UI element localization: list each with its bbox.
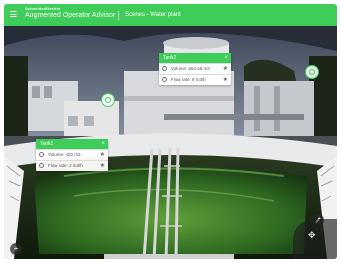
tank2-card-title: Tank2 [163,55,177,61]
tank1-volume-row[interactable]: Volume: 420 m3 ★ [36,149,108,160]
target-icon[interactable] [101,93,115,107]
target-icon[interactable] [305,65,319,79]
tank2-card-header[interactable]: Tank2 × [159,53,231,63]
tank1-card: Tank1 × Volume: 420 m3 ★ Flow rate: 2 m3… [36,139,108,171]
star-icon[interactable]: ★ [100,150,105,160]
tank2-flow-row[interactable]: Flow rate: 8 m3/h ★ [159,74,231,85]
breadcrumb: Scenes - Water plant [125,12,181,18]
tank2-card: Tank2 × Volume: 654.59 m3 ★ Flow rate: 8… [159,53,231,85]
close-icon[interactable]: × [101,139,105,149]
tank1-card-header[interactable]: Tank1 × [36,139,108,149]
gauge-icon [39,152,44,157]
plus-icon[interactable]: + [10,243,22,255]
gauge-icon [162,66,167,71]
tank1-volume-label: Volume: 420 m3 [48,152,81,157]
tank2-volume-label: Volume: 654.59 m3 [171,66,210,71]
move-icon[interactable] [293,219,337,259]
header-divider [118,11,119,20]
app-header: SchneiderElectric Augmented Operator Adv… [4,4,337,26]
star-icon[interactable]: ★ [223,64,228,74]
tank2-volume-row[interactable]: Volume: 654.59 m3 ★ [159,63,231,74]
brand-logo: SchneiderElectric [25,6,61,11]
star-icon[interactable]: ★ [223,75,228,85]
tank1-card-title: Tank1 [40,141,54,147]
tank2-flow-label: Flow rate: 8 m3/h [171,77,206,82]
hamburger-menu-icon[interactable] [10,11,17,17]
app-window: SchneiderElectric Augmented Operator Adv… [4,4,337,259]
tank1-flow-row[interactable]: Flow rate: 2 m3/h ★ [36,160,108,171]
tank1-flow-label: Flow rate: 2 m3/h [48,163,83,168]
app-title: Augmented Operator Advisor [25,12,116,19]
flow-icon [39,163,44,168]
close-icon[interactable]: × [224,53,228,63]
star-icon[interactable]: ★ [100,161,105,171]
flow-icon [162,77,167,82]
